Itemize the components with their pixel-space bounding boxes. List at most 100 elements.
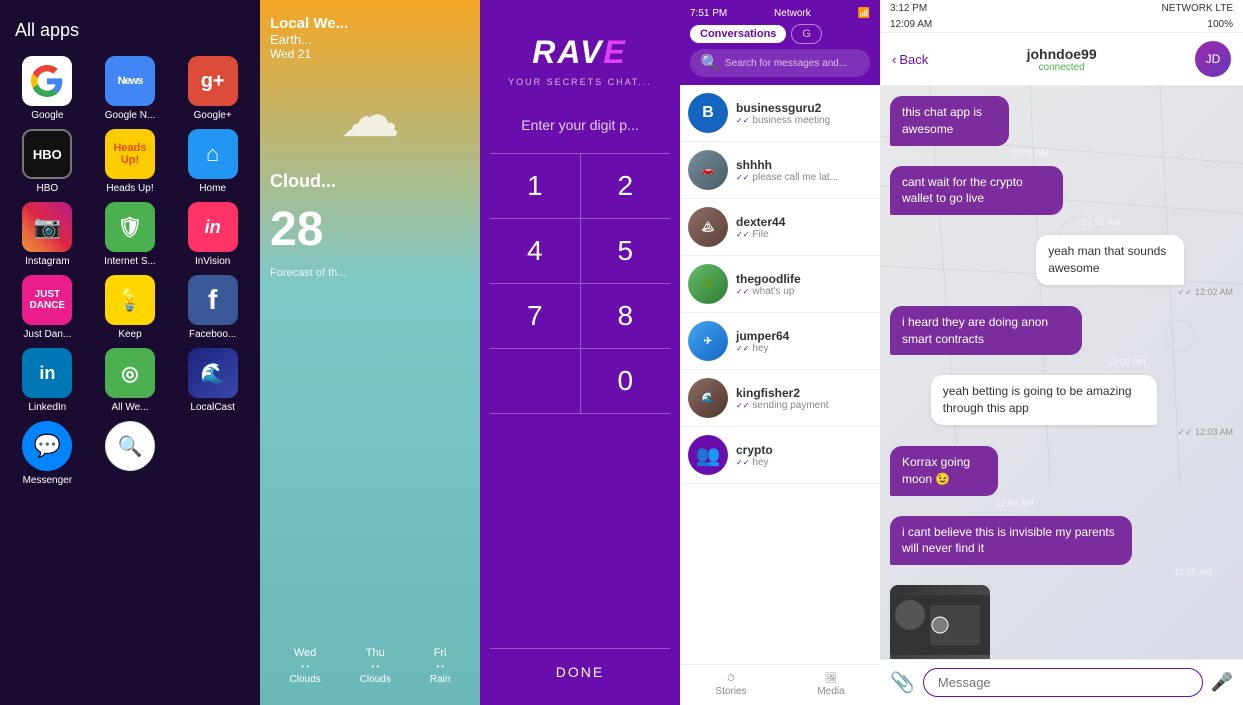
app-invision-label: InVision xyxy=(195,256,230,267)
forecast-wed-day: Wed xyxy=(294,647,316,659)
app-localcast[interactable]: 🌊 LocalCast xyxy=(175,348,250,413)
weather-forecast: Wed • • Clouds Thu • • Clouds Fri • • Ra… xyxy=(260,647,480,685)
msg-2-wrapper: cant wait for the crypto wallet to go li… xyxy=(890,166,1233,228)
app-linkedin[interactable]: in LinkedIn xyxy=(10,348,85,413)
pin-done-button[interactable]: DONE xyxy=(490,648,670,695)
conv-status-bar: 7:51 PM Network 📶 xyxy=(690,8,870,19)
forecast-thu: Thu • • Clouds xyxy=(360,647,391,685)
msg-7-bubble: i cant believe this is invisible my pare… xyxy=(890,516,1132,566)
conv-info-kingfisher2: kingfisher2 ✓✓ sending payment xyxy=(736,386,872,411)
msg-7: i cant believe this is invisible my pare… xyxy=(890,516,1212,578)
stories-icon: ⏱ xyxy=(727,673,735,684)
forecast-thu-cond: Clouds xyxy=(360,674,391,685)
conv-name-businessguru2: businessguru2 xyxy=(736,101,872,115)
keypad-2[interactable]: 2 xyxy=(581,154,671,219)
app-home-label: Home xyxy=(199,183,226,194)
conv-info-crypto: crypto ✓✓ hey xyxy=(736,443,872,468)
msg-3-time: ✓✓ 12:02 AM xyxy=(1036,287,1233,298)
chat-avatar: JD xyxy=(1195,41,1231,77)
app-googlen[interactable]: News Google N... xyxy=(93,56,168,121)
keypad-empty xyxy=(490,349,581,414)
app-googleplus[interactable]: g+ Google+ xyxy=(175,56,250,121)
conv-avatar-crypto: 👥 xyxy=(688,435,728,475)
back-chevron-icon: ‹ xyxy=(892,52,896,67)
app-hbo[interactable]: HBO HBO xyxy=(10,129,85,194)
conv-item-jumper64[interactable]: ✈ jumper64 ✓✓ hey xyxy=(680,313,880,370)
app-justdance-label: Just Dan... xyxy=(23,329,71,340)
conv-name-kingfisher2: kingfisher2 xyxy=(736,386,872,400)
app-googleplus-label: Google+ xyxy=(194,110,232,121)
app-googlen-label: Google N... xyxy=(105,110,156,121)
conv-info-thegoodlife: thegoodlife ✓✓ what's up xyxy=(736,272,872,297)
app-messenger[interactable]: 💬 Messenger xyxy=(10,421,85,486)
attachment-icon[interactable]: 📎 xyxy=(890,670,915,695)
keypad-8[interactable]: 8 xyxy=(581,284,671,349)
conv-tab-conversations[interactable]: Conversations xyxy=(690,25,786,43)
app-keep[interactable]: 💡 Keep xyxy=(93,275,168,340)
msg-3-bubble: yeah man that sounds awesome xyxy=(1036,235,1184,285)
conv-name-crypto: crypto xyxy=(736,443,872,457)
app-instagram-label: Instagram xyxy=(25,256,69,267)
keypad-0[interactable]: 0 xyxy=(581,349,671,414)
conv-search-bar[interactable]: 🔍 Search for messages and... xyxy=(690,49,870,77)
app-search[interactable]: 🔍 xyxy=(93,421,168,486)
msg-4: i heard they are doing anon smart contra… xyxy=(890,306,1145,368)
keypad-7[interactable]: 7 xyxy=(490,284,581,349)
conv-item-thegoodlife[interactable]: 🌿 thegoodlife ✓✓ what's up xyxy=(680,256,880,313)
conv-search-placeholder: Search for messages and... xyxy=(725,58,847,69)
microphone-icon[interactable]: 🎤 xyxy=(1211,672,1233,693)
conv-preview-crypto: ✓✓ hey xyxy=(736,457,872,468)
conv-preview-shhhh: ✓✓ please call me lat... xyxy=(736,172,872,183)
panel-rave: RAVE YOUR SECRETS CHAT... Enter your dig… xyxy=(480,0,680,705)
app-allwe-label: All We... xyxy=(111,402,148,413)
chat-battery: 100% xyxy=(1207,19,1233,30)
check-icon-shhhh: ✓✓ xyxy=(736,173,749,182)
app-google[interactable]: Google xyxy=(10,56,85,121)
conv-name-shhhh: shhhh xyxy=(736,158,872,172)
keypad-row-1: 1 2 xyxy=(490,154,670,219)
conv-item-businessguru2[interactable]: B businessguru2 ✓✓ business meeting xyxy=(680,85,880,142)
chat-message-input[interactable] xyxy=(923,668,1203,697)
app-facebook[interactable]: f Faceboo... xyxy=(175,275,250,340)
app-justdance[interactable]: JUST DANCE Just Dan... xyxy=(10,275,85,340)
weather-cloud-icon: ☁ xyxy=(270,81,470,151)
msg-1-time: 12:01 AM xyxy=(890,148,1049,158)
forecast-wed: Wed • • Clouds xyxy=(290,647,321,685)
forecast-thu-day: Thu xyxy=(366,647,385,659)
conv-item-shhhh[interactable]: 🚗 shhhh ✓✓ please call me lat... xyxy=(680,142,880,199)
app-internet-label: Internet S... xyxy=(104,256,156,267)
app-google-label: Google xyxy=(31,110,63,121)
footer-stories[interactable]: ⏱ Stories xyxy=(715,673,746,697)
conv-header: 7:51 PM Network 📶 Conversations G 🔍 Sear… xyxy=(680,0,880,85)
conv-item-crypto[interactable]: 👥 crypto ✓✓ hey xyxy=(680,427,880,484)
footer-media[interactable]: 🖼 Media xyxy=(817,673,844,697)
conv-tab-g[interactable]: G xyxy=(791,24,822,44)
rave-keypad: 1 2 4 5 7 8 0 xyxy=(490,153,670,414)
check-icon-jumper64: ✓✓ xyxy=(736,344,749,353)
messages-list: this chat app is awesome 12:01 AM cant w… xyxy=(890,96,1233,659)
screen-container: All apps Google News Google N... g+ Goog… xyxy=(0,0,1243,705)
msg-3-wrapper: yeah man that sounds awesome ✓✓ 12:02 AM xyxy=(890,235,1233,298)
app-home[interactable]: ⌂ Home xyxy=(175,129,250,194)
keypad-1[interactable]: 1 xyxy=(490,154,581,219)
msg-1-wrapper: this chat app is awesome 12:01 AM xyxy=(890,96,1233,158)
msg-6-wrapper: Korrax going moon 😉 12:04 AM xyxy=(890,446,1233,508)
msg-4-wrapper: i heard they are doing anon smart contra… xyxy=(890,306,1233,368)
keypad-5[interactable]: 5 xyxy=(581,219,671,284)
app-headsup[interactable]: Heads Up! Heads Up! xyxy=(93,129,168,194)
app-allwe[interactable]: ◎ All We... xyxy=(93,348,168,413)
keypad-4[interactable]: 4 xyxy=(490,219,581,284)
conv-wifi-icon: 📶 xyxy=(858,8,870,19)
app-internet[interactable]: 🛡 Internet S... xyxy=(93,202,168,267)
conv-info-businessguru2: businessguru2 ✓✓ business meeting xyxy=(736,101,872,126)
msg-8 xyxy=(890,585,990,659)
msg-2-time: 12:01 AM xyxy=(890,217,1120,227)
app-hbo-label: HBO xyxy=(36,183,58,194)
panel-apps: All apps Google News Google N... g+ Goog… xyxy=(0,0,260,705)
conv-item-kingfisher2[interactable]: 🌊 kingfisher2 ✓✓ sending payment xyxy=(680,370,880,427)
app-instagram[interactable]: 📷 Instagram xyxy=(10,202,85,267)
chat-back-button[interactable]: ‹ Back xyxy=(892,52,928,67)
app-invision[interactable]: in InVision xyxy=(175,202,250,267)
conv-item-dexter44[interactable]: 🏔 dexter44 ✓✓ File xyxy=(680,199,880,256)
chat-username: johndoe99 connected xyxy=(936,46,1187,73)
